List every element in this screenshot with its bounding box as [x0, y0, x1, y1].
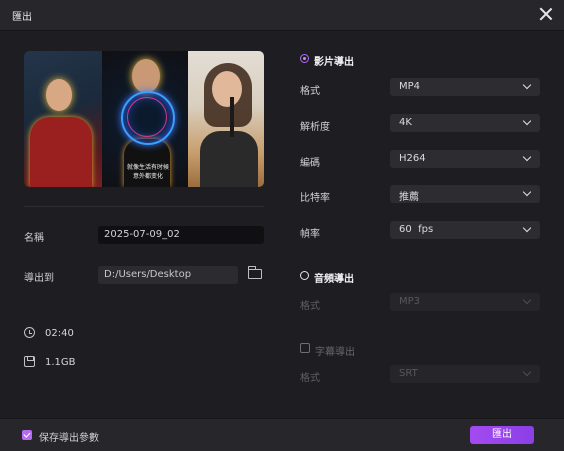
export-button[interactable]: 匯出 [470, 426, 534, 444]
audio-export-label[interactable]: 音頻導出 [314, 270, 354, 285]
audio-export-radio[interactable] [300, 271, 309, 280]
chevron-down-icon [522, 367, 532, 377]
file-size-icon [24, 356, 35, 367]
frame-rate-select[interactable]: 60 fps [390, 221, 540, 239]
subtitle-export-checkbox[interactable] [300, 343, 310, 353]
export-to-label: 導出到 [24, 273, 54, 284]
save-params-checkbox[interactable] [22, 430, 32, 440]
preview-lyric: 就像生活有时候 意外都变化 [126, 164, 169, 180]
subtitle-format-select: SRT [390, 365, 540, 383]
resolution-select[interactable]: 4K [390, 114, 540, 132]
subtitle-format-label: 格式 [300, 373, 320, 384]
chevron-down-icon [522, 116, 532, 126]
audio-format-label: 格式 [300, 301, 320, 312]
bitrate-select[interactable]: 推薦 [390, 185, 540, 203]
video-preview-thumbnail: 就像生活有时候 意外都变化 [24, 51, 264, 187]
encoder-select[interactable]: H264 [390, 150, 540, 168]
clock-icon [24, 327, 35, 338]
dialog-title: 匯出 [12, 12, 32, 23]
chevron-down-icon [522, 295, 532, 305]
close-icon[interactable] [538, 6, 554, 22]
name-label: 名稱 [24, 233, 44, 244]
encoder-label: 編碼 [300, 158, 320, 169]
chevron-down-icon [522, 152, 532, 162]
audio-format-select: MP3 [390, 293, 540, 311]
bitrate-label: 比特率 [300, 193, 330, 204]
microphone-icon [230, 97, 234, 137]
save-params-label[interactable]: 保存導出參數 [39, 429, 99, 444]
frame-rate-label: 幀率 [300, 229, 320, 240]
divider [24, 206, 264, 207]
subtitle-export-label[interactable]: 字幕導出 [315, 343, 355, 358]
footer-bar: 保存導出參數 匯出 [0, 418, 564, 451]
folder-icon[interactable] [248, 266, 262, 279]
chevron-down-icon [522, 80, 532, 90]
chevron-down-icon [522, 187, 532, 197]
chevron-down-icon [522, 223, 532, 233]
format-select[interactable]: MP4 [390, 78, 540, 96]
export-dialog: 匯出 就像生活有时候 意外都变化 名稱 導出到 02:40 1.1GB 影片導出… [0, 0, 564, 451]
name-input[interactable] [98, 226, 264, 244]
video-export-label[interactable]: 影片導出 [314, 53, 354, 68]
file-size-value: 1.1GB [45, 357, 76, 368]
duration-value: 02:40 [45, 328, 74, 339]
title-bar: 匯出 [0, 0, 564, 31]
resolution-label: 解析度 [300, 122, 330, 133]
video-export-radio[interactable] [300, 54, 309, 63]
format-label: 格式 [300, 86, 320, 97]
export-path-input[interactable] [98, 266, 238, 284]
